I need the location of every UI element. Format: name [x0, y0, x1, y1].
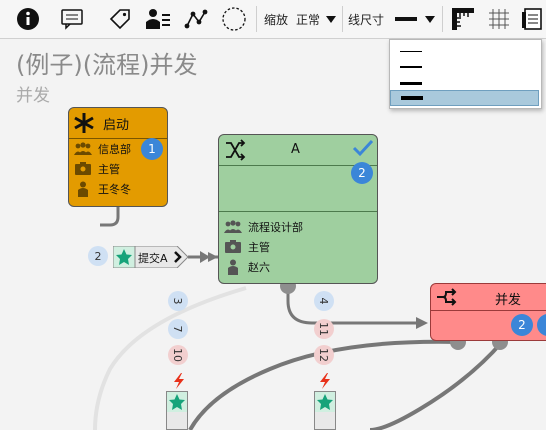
lightning-icon [320, 373, 330, 389]
parallel-branch-right[interactable] [369, 340, 504, 430]
line-size-label: 线尺寸 [347, 12, 384, 27]
group-icon [224, 220, 242, 234]
dept-label: 流程设计部 [248, 221, 303, 234]
sequence-pill: 3 [168, 291, 188, 311]
role-row: 主管 [219, 239, 270, 255]
star-icon [315, 392, 335, 412]
circle-select-icon[interactable] [218, 4, 250, 34]
user-label: 赵六 [248, 261, 270, 274]
grid-icon[interactable] [484, 4, 514, 34]
user-list-icon[interactable] [142, 4, 174, 34]
shuffle-icon [226, 139, 246, 161]
order-badge: 1 [141, 138, 163, 160]
user-label: 王冬冬 [98, 183, 131, 196]
line-size-option-medium[interactable] [390, 59, 539, 75]
submit-a-transition[interactable]: 提交A [113, 246, 189, 268]
line-size-preview [395, 17, 417, 21]
line-size-option-thin[interactable] [390, 43, 539, 59]
zoom-value: 正常 [295, 12, 320, 27]
badge-icon [74, 162, 92, 176]
transition-tag-right[interactable] [314, 391, 336, 430]
order-badge: 2 [511, 314, 533, 336]
badge-icon [224, 240, 242, 254]
sequence-pill: 4 [314, 291, 334, 311]
parallel-node-header: 并发 [431, 284, 546, 311]
chevron-down-icon [425, 16, 435, 23]
parallel-node[interactable]: 并发 2 [430, 283, 546, 341]
task-node-title: A [291, 142, 300, 157]
task-node-header: A [219, 135, 377, 166]
info-icon[interactable] [12, 4, 44, 34]
order-badge: 2 [351, 162, 373, 184]
transition-label: 提交A [138, 252, 168, 265]
sequence-pill: 12 [314, 345, 334, 365]
asterisk-icon [74, 113, 94, 133]
group-icon [74, 142, 92, 156]
line-size-select[interactable] [392, 4, 438, 34]
toolbar-divider [342, 6, 343, 32]
toolbar-divider [256, 6, 257, 32]
start-node-header: 启动 [69, 108, 167, 139]
line-size-option-thick[interactable] [390, 75, 539, 91]
line-size-dropdown [389, 39, 542, 109]
start-node-title: 启动 [103, 118, 130, 133]
transition-tag-left[interactable] [166, 391, 188, 430]
a-to-parallel-connector[interactable] [286, 286, 420, 325]
sequence-pill: 7 [168, 319, 188, 339]
user-row: 王冬冬 [69, 181, 131, 197]
zoom-select[interactable]: 正常 [292, 4, 340, 34]
task-node-a[interactable]: A 2 流程设计部 主管 赵六 [218, 134, 378, 284]
fork-icon [437, 288, 457, 306]
ruler-icon[interactable] [448, 4, 478, 34]
user-icon [74, 181, 92, 197]
node-divider [219, 211, 377, 212]
check-icon [352, 139, 374, 157]
lightning-icon [174, 373, 184, 389]
role-label: 主管 [98, 163, 120, 176]
star-icon [167, 392, 187, 412]
user-row: 赵六 [219, 259, 270, 275]
parallel-node-title: 并发 [495, 293, 522, 308]
sequence-pill: 11 [314, 319, 334, 339]
role-label: 主管 [248, 241, 270, 254]
transition-order: 2 [88, 246, 108, 266]
order-badge-partial [537, 314, 546, 336]
sequence-pill: 10 [168, 345, 188, 365]
dept-row: 信息部 [69, 141, 131, 157]
line-size-option-extra-thick[interactable] [390, 90, 539, 106]
arrow-head [416, 317, 428, 329]
start-node[interactable]: 启动 1 信息部 主管 王冬冬 [68, 107, 168, 207]
chevron-down-icon [326, 16, 336, 23]
document-icon[interactable] [518, 4, 546, 34]
zoom-label: 缩放 [263, 12, 288, 27]
start-connector[interactable] [100, 206, 120, 227]
user-icon [224, 259, 242, 275]
connector-icon[interactable] [180, 4, 212, 34]
tag-icon[interactable] [104, 4, 136, 34]
toolbar-divider [442, 6, 443, 32]
comment-icon[interactable] [56, 4, 88, 34]
role-row: 主管 [69, 161, 120, 177]
dept-label: 信息部 [98, 143, 131, 156]
toolbar: 缩放 正常 线尺寸 [0, 0, 546, 39]
dept-row: 流程设计部 [219, 219, 303, 235]
